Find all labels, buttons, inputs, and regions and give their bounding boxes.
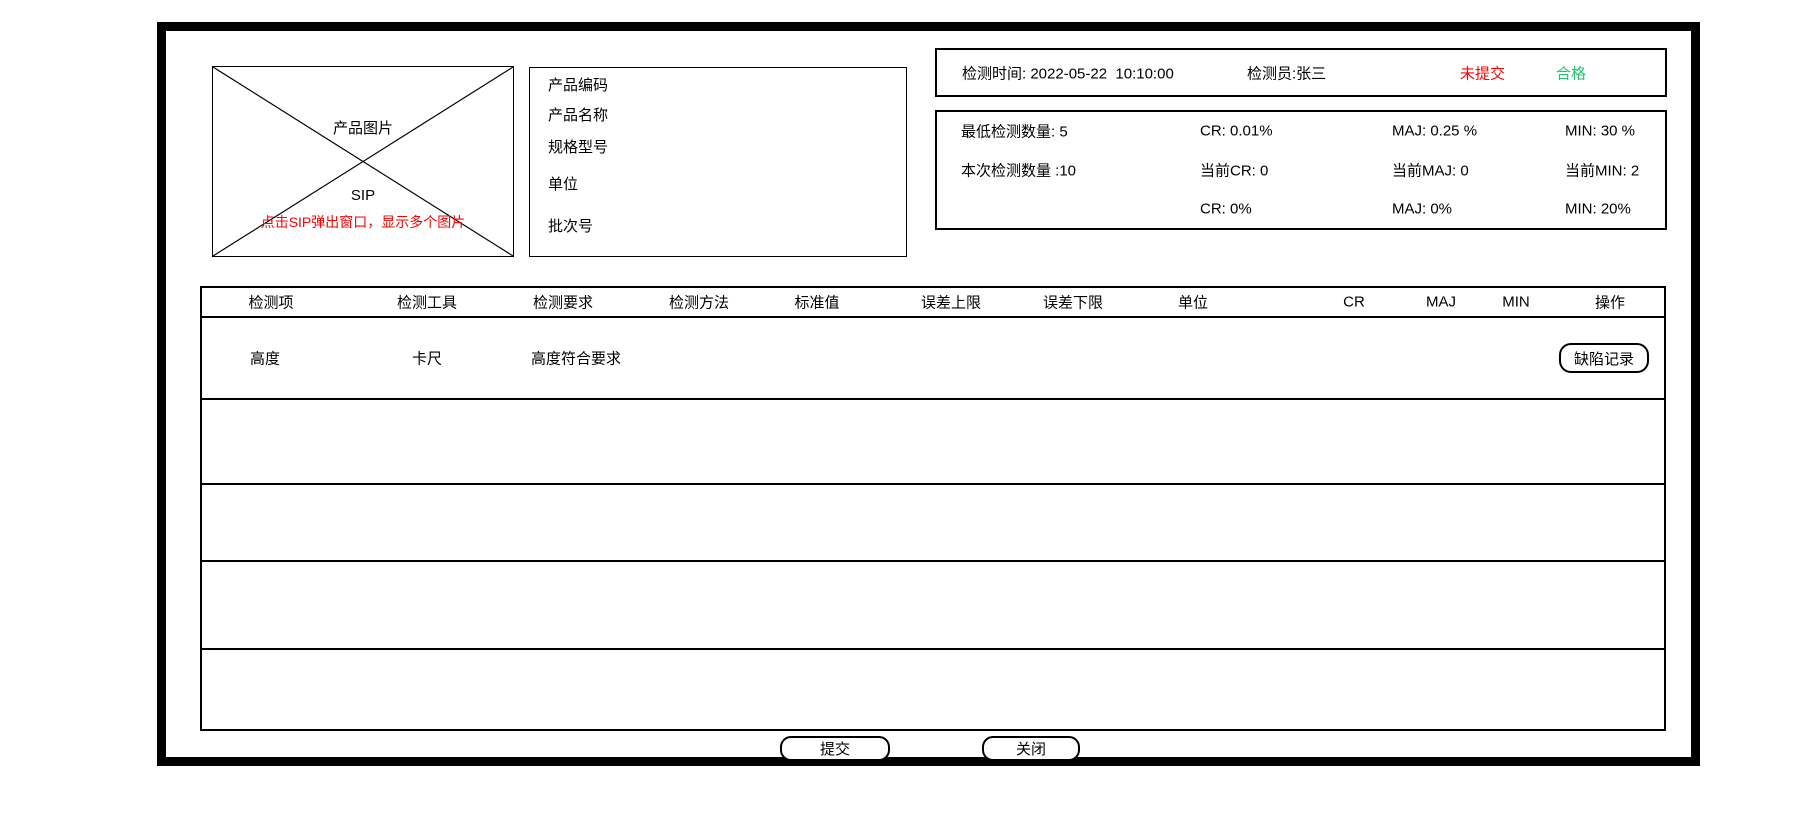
window-frame: 产品图片 SIP 点击SIP弹出窗口，显示多个图片 产品编码 产品名称 规格型号… [157,22,1700,766]
inspector-name: 检测员:张三 [1247,62,1326,83]
field-batch-number: 批次号 [548,215,593,236]
result-status-badge: 合格 [1556,62,1586,83]
col-header-item: 检测项 [248,292,293,313]
col-header-maj: MAJ [1426,294,1456,311]
min-sample-qty: 最低检测数量: 5 [961,121,1068,142]
submit-status-badge: 未提交 [1460,62,1505,83]
table-row: 高度 卡尺 高度符合要求 缺陷记录 [202,318,1664,398]
field-product-code: 产品编码 [548,74,608,95]
col-header-cr: CR [1343,294,1365,311]
inspection-window: 产品图片 SIP 点击SIP弹出窗口，显示多个图片 产品编码 产品名称 规格型号… [0,0,1819,833]
table-header-row: 检测项 检测工具 检测要求 检测方法 标准值 误差上限 误差下限 单位 CR M… [202,288,1664,318]
inspection-stats-panel: 最低检测数量: 5 CR: 0.01% MAJ: 0.25 % MIN: 30 … [935,110,1667,230]
current-min: 当前MIN: 2 [1565,160,1639,181]
stats-row-thresholds: 最低检测数量: 5 CR: 0.01% MAJ: 0.25 % MIN: 30 … [937,112,1665,151]
col-header-action: 操作 [1595,292,1625,313]
field-spec-model: 规格型号 [548,136,608,157]
sip-link[interactable]: SIP [213,187,513,204]
col-header-min: MIN [1502,294,1530,311]
maj-threshold: MAJ: 0.25 % [1392,123,1477,140]
col-header-upper-limit: 误差上限 [921,292,981,313]
maj-rate: MAJ: 0% [1392,200,1452,217]
col-header-unit: 单位 [1178,292,1208,313]
product-image-label: 产品图片 [213,117,513,138]
stats-row-rates: CR: 0% MAJ: 0% MIN: 20% [937,189,1665,228]
col-header-requirement: 检测要求 [533,292,593,313]
sip-note: 点击SIP弹出窗口，显示多个图片 [213,212,513,232]
min-threshold: MIN: 30 % [1565,123,1635,140]
inspection-header-bar: 检测时间: 2022-05-22 10:10:00 检测员:张三 未提交 合格 [935,48,1667,97]
product-info-panel: 产品编码 产品名称 规格型号 单位 批次号 [529,67,907,257]
current-cr: 当前CR: 0 [1200,160,1268,181]
col-header-standard: 标准值 [794,292,839,313]
col-header-tool: 检测工具 [397,292,457,313]
min-rate: MIN: 20% [1565,200,1631,217]
col-header-method: 检测方法 [669,292,729,313]
table-empty-row [202,483,1664,560]
field-product-name: 产品名称 [548,104,608,125]
table-empty-row [202,560,1664,648]
defect-record-button[interactable]: 缺陷记录 [1559,343,1649,373]
inspection-table: 检测项 检测工具 检测要求 检测方法 标准值 误差上限 误差下限 单位 CR M… [200,286,1666,731]
inspection-time: 检测时间: 2022-05-22 10:10:00 [962,62,1174,83]
cr-threshold: CR: 0.01% [1200,123,1273,140]
cell-tool: 卡尺 [412,348,442,369]
table-empty-row [202,398,1664,483]
current-maj: 当前MAJ: 0 [1392,160,1469,181]
cr-rate: CR: 0% [1200,200,1252,217]
stats-row-current: 本次检测数量 :10 当前CR: 0 当前MAJ: 0 当前MIN: 2 [937,151,1665,190]
field-unit: 单位 [548,173,578,194]
col-header-lower-limit: 误差下限 [1043,292,1103,313]
table-empty-row [202,648,1664,729]
current-sample-qty: 本次检测数量 :10 [961,160,1076,181]
close-button[interactable]: 关闭 [982,736,1080,761]
cell-requirement: 高度符合要求 [531,348,621,369]
submit-button[interactable]: 提交 [780,736,890,761]
product-image-placeholder[interactable]: 产品图片 SIP 点击SIP弹出窗口，显示多个图片 [212,66,514,257]
cell-item: 高度 [250,348,280,369]
